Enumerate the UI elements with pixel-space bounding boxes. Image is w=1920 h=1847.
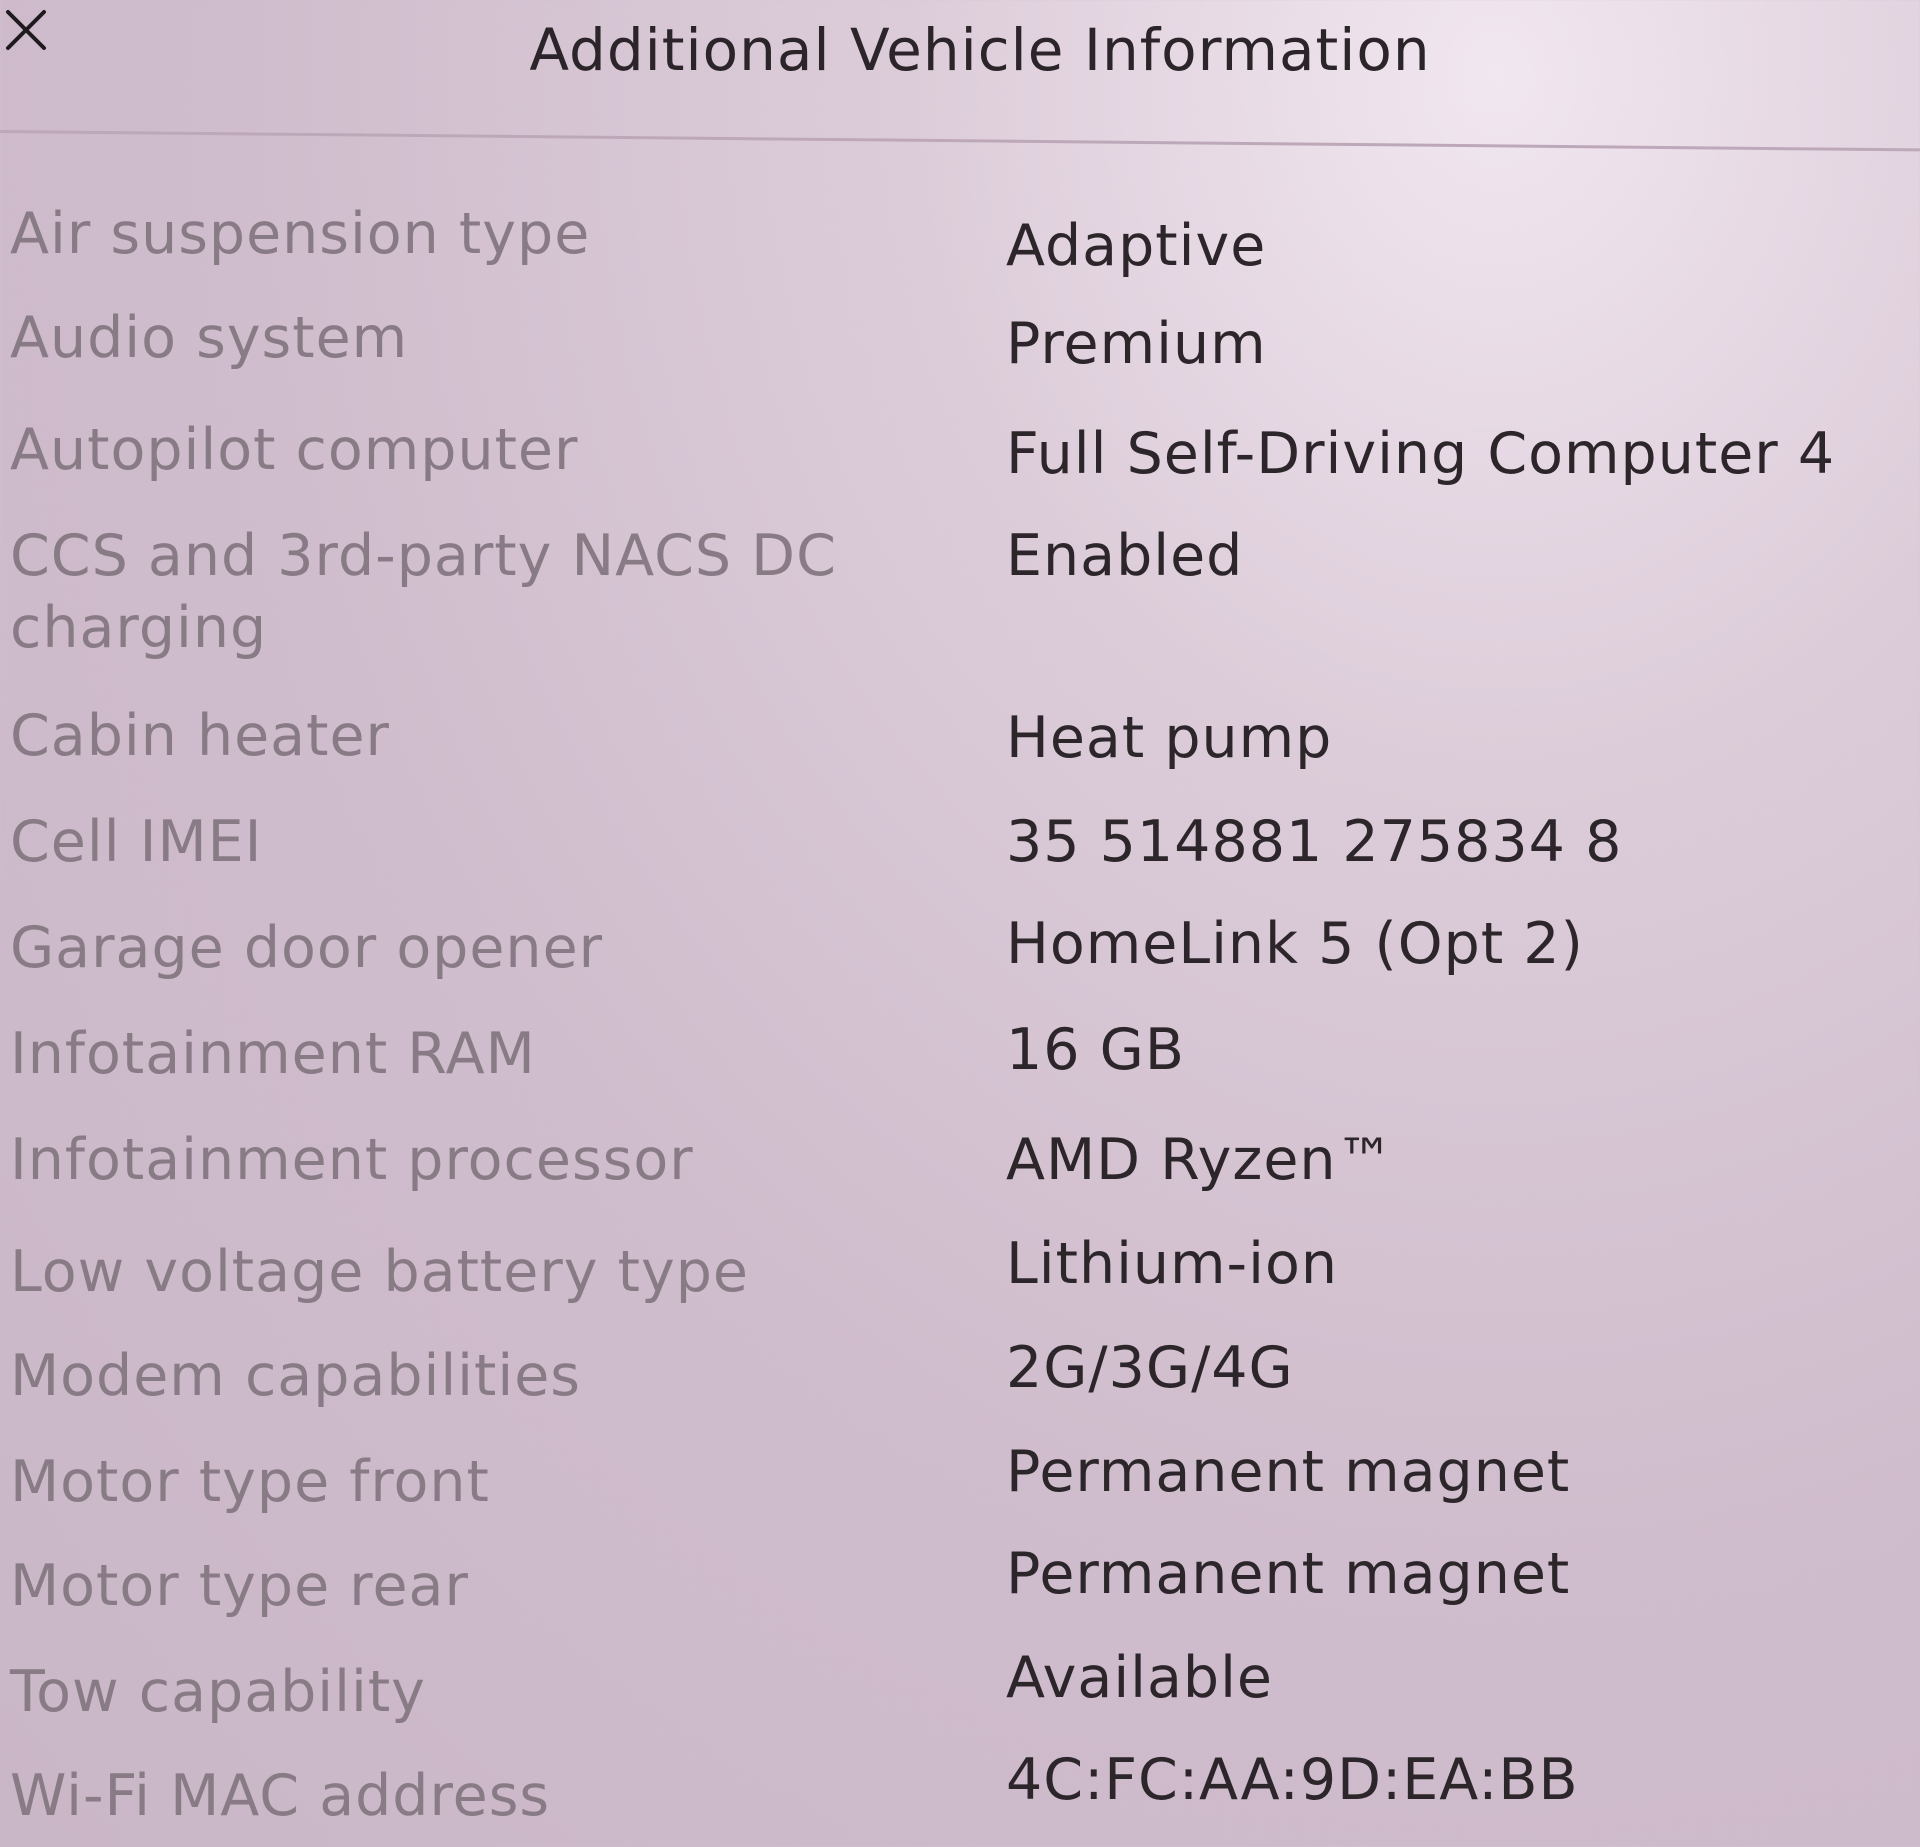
dialog-title: Additional Vehicle Information (529, 16, 1431, 84)
info-value: 4C:FC:AA:9D:EA:BB (1006, 1747, 1579, 1813)
info-value: Enabled (1006, 523, 1244, 589)
info-label: Infotainment RAM (10, 1021, 536, 1087)
info-label: Autopilot computer (10, 417, 579, 483)
info-label: CCS and 3rd-party NACS DC charging (10, 523, 837, 661)
info-label: Wi-Fi MAC address (10, 1763, 551, 1829)
info-value: 16 GB (1006, 1017, 1185, 1083)
info-label: Tow capability (10, 1659, 426, 1725)
info-value: Available (1006, 1645, 1274, 1711)
info-value: 35 514881 275834 8 (1006, 809, 1623, 875)
info-label: Audio system (10, 305, 409, 371)
info-label: Garage door opener (10, 915, 604, 981)
info-label: Cell IMEI (10, 809, 263, 875)
info-label: Cabin heater (10, 703, 390, 769)
info-label: Low voltage battery type (10, 1239, 749, 1305)
info-value: Permanent magnet (1006, 1541, 1571, 1607)
info-value: Premium (1006, 311, 1267, 377)
info-label: Infotainment processor (10, 1127, 694, 1193)
info-label: Air suspension type (10, 201, 591, 267)
info-label: Motor type rear (10, 1553, 469, 1619)
info-label: Modem capabilities (10, 1343, 581, 1409)
info-value: Lithium-ion (1006, 1231, 1338, 1297)
info-value: HomeLink 5 (Opt 2) (1006, 911, 1584, 977)
dialog-header: Additional Vehicle Information (0, 0, 1920, 152)
info-label: Motor type front (10, 1449, 490, 1515)
info-value: Permanent magnet (1006, 1439, 1571, 1505)
info-value: AMD Ryzen™ (1006, 1127, 1395, 1193)
info-value: Heat pump (1006, 705, 1333, 771)
info-value: 2G/3G/4G (1006, 1335, 1294, 1401)
info-value: Full Self-Driving Computer 4 (1006, 421, 1836, 487)
header-divider (0, 130, 1920, 152)
info-value: Adaptive (1006, 213, 1267, 279)
